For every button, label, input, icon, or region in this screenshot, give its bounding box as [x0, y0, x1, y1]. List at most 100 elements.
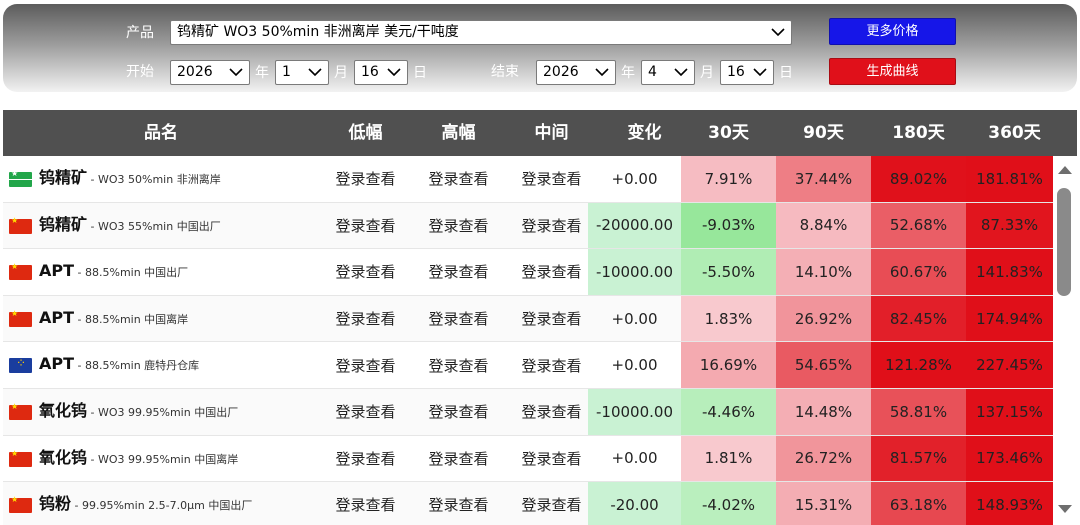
cell-360d: 137.15%: [966, 389, 1053, 435]
start-year-value: 2026: [177, 64, 213, 80]
product-spec: 88.5%min 鹿特丹仓库: [85, 359, 200, 373]
scrollbar-thumb[interactable]: [1057, 188, 1071, 296]
cell-low[interactable]: 登录查看: [319, 203, 412, 249]
header-180d: 180天: [892, 123, 945, 143]
cell-low[interactable]: 登录查看: [319, 482, 412, 525]
product-name: APT - 88.5%min 鹿特丹仓库: [39, 353, 199, 377]
cell-change: -10000.00: [588, 249, 681, 295]
cell-low[interactable]: 登录查看: [319, 296, 412, 342]
cell-mid[interactable]: 登录查看: [505, 436, 598, 482]
product-name-cell[interactable]: APT - 88.5%min 中国离岸: [3, 296, 319, 342]
cell-90d: 37.44%: [776, 156, 871, 202]
product-select[interactable]: 钨精矿 WO3 50%min 非洲离岸 美元/干吨度: [170, 20, 792, 45]
chevron-down-icon: [387, 68, 401, 77]
cell-high[interactable]: 登录查看: [412, 342, 505, 388]
product-spec: WO3 55%min 中国出厂: [97, 219, 221, 233]
end-month-select[interactable]: 4: [641, 60, 695, 85]
scroll-down-arrow-icon[interactable]: [1058, 505, 1072, 513]
product-name-cell[interactable]: 钨精矿 - WO3 55%min 中国出厂: [3, 203, 319, 249]
cell-90d: 14.10%: [776, 249, 871, 295]
cell-low[interactable]: 登录查看: [319, 389, 412, 435]
cell-30d: 7.91%: [681, 156, 776, 202]
product-spec: WO3 50%min 非洲离岸: [97, 173, 221, 186]
product-name-cell[interactable]: 钨精矿 - WO3 50%min 非洲离岸: [3, 156, 319, 202]
table-row[interactable]: 钨粉 - 99.95%min 2.5-7.0μm 中国出厂登录查看登录查看登录查…: [3, 482, 1053, 525]
scrollbar[interactable]: [1053, 156, 1077, 525]
cell-360d: 174.94%: [966, 295, 1053, 342]
product-spec: WO3 99.95%min 中国离岸: [97, 452, 239, 466]
cell-low[interactable]: 登录查看: [319, 249, 412, 295]
cell-mid[interactable]: 登录查看: [505, 342, 598, 388]
product-name-cell[interactable]: APT - 88.5%min 中国出厂: [3, 249, 319, 295]
table-row[interactable]: APT - 88.5%min 中国离岸登录查看登录查看登录查看+0.001.83…: [3, 295, 1053, 343]
cell-high[interactable]: 登录查看: [412, 482, 505, 525]
table-row[interactable]: APT - 88.5%min 鹿特丹仓库登录查看登录查看登录查看+0.0016.…: [3, 342, 1053, 389]
cell-high[interactable]: 登录查看: [412, 203, 505, 249]
chevron-down-icon: [753, 68, 767, 77]
end-year-select[interactable]: 2026: [536, 60, 616, 85]
cell-90d: 15.31%: [776, 482, 871, 525]
china-flag-icon: [9, 495, 32, 514]
cell-180d: 82.45%: [871, 295, 966, 342]
header-high: 高幅: [441, 123, 476, 143]
cell-mid[interactable]: 登录查看: [505, 482, 598, 525]
product-title: 钨精矿: [39, 168, 88, 187]
product-spec: 88.5%min 中国离岸: [85, 312, 189, 326]
separator: -: [87, 406, 98, 419]
cell-mid[interactable]: 登录查看: [505, 156, 598, 202]
end-day-select[interactable]: 16: [720, 60, 774, 85]
header-90d: 90天: [803, 123, 844, 143]
product-name-cell[interactable]: APT - 88.5%min 鹿特丹仓库: [3, 342, 319, 388]
cell-high[interactable]: 登录查看: [412, 436, 505, 482]
more-prices-button[interactable]: 更多价格: [829, 18, 956, 45]
cell-high[interactable]: 登录查看: [412, 156, 505, 202]
product-name-cell[interactable]: 钨粉 - 99.95%min 2.5-7.0μm 中国出厂: [3, 482, 319, 525]
product-name-cell[interactable]: 氧化钨 - WO3 99.95%min 中国出厂: [3, 389, 319, 435]
china-flag-icon: [9, 216, 32, 234]
china-flag-icon: [9, 262, 32, 281]
product-label: 产品: [126, 25, 154, 41]
cell-mid[interactable]: 登录查看: [505, 249, 598, 295]
header-change: 变化: [627, 123, 662, 143]
start-year-select[interactable]: 2026: [170, 60, 250, 85]
separator: -: [87, 173, 98, 186]
scroll-up-arrow-icon[interactable]: [1058, 166, 1072, 174]
cell-30d: -4.02%: [681, 482, 776, 525]
start-label: 开始: [126, 64, 154, 80]
cell-low[interactable]: 登录查看: [319, 156, 412, 202]
cell-high[interactable]: 登录查看: [412, 249, 505, 295]
chevron-down-icon: [229, 68, 243, 77]
separator: -: [74, 359, 85, 373]
cell-360d: 141.83%: [966, 249, 1053, 295]
table-row[interactable]: 氧化钨 - WO3 99.95%min 中国出厂登录查看登录查看登录查看-100…: [3, 389, 1053, 436]
start-day-select[interactable]: 16: [354, 60, 408, 85]
start-month-select[interactable]: 1: [275, 60, 329, 85]
cell-low[interactable]: 登录查看: [319, 342, 412, 388]
cell-mid[interactable]: 登录查看: [505, 203, 598, 249]
cell-360d: 148.93%: [966, 482, 1053, 525]
china-flag-icon: [9, 402, 32, 420]
product-name-cell[interactable]: 氧化钨 - WO3 99.95%min 中国离岸: [3, 436, 319, 482]
cell-high[interactable]: 登录查看: [412, 296, 505, 342]
product-title: 氧化钨: [39, 447, 88, 467]
table-body: 钨精矿 - WO3 50%min 非洲离岸登录查看登录查看登录查看+0.007.…: [3, 156, 1053, 525]
generate-curve-button[interactable]: 生成曲线: [829, 58, 956, 85]
chevron-down-icon: [308, 68, 322, 77]
cell-change: +0.00: [611, 449, 658, 468]
product-title: 钨粉: [39, 494, 72, 514]
table-row[interactable]: 钨精矿 - WO3 55%min 中国出厂登录查看登录查看登录查看-20000.…: [3, 202, 1053, 250]
chevron-down-icon: [771, 28, 785, 37]
cell-90d: 26.72%: [776, 435, 871, 482]
table-row[interactable]: APT - 88.5%min 中国出厂登录查看登录查看登录查看-10000.00…: [3, 249, 1053, 296]
table-row[interactable]: 钨精矿 - WO3 50%min 非洲离岸登录查看登录查看登录查看+0.007.…: [3, 156, 1053, 203]
header-product-name: 品名: [144, 123, 178, 143]
cell-high[interactable]: 登录查看: [412, 389, 505, 435]
cell-low[interactable]: 登录查看: [319, 436, 412, 482]
cell-mid[interactable]: 登录查看: [505, 389, 598, 435]
cell-30d: 1.81%: [681, 435, 776, 482]
product-name: APT - 88.5%min 中国出厂: [39, 260, 188, 284]
african-flag-icon: [9, 169, 32, 187]
table-row[interactable]: 氧化钨 - WO3 99.95%min 中国离岸登录查看登录查看登录查看+0.0…: [3, 435, 1053, 483]
cell-90d: 26.92%: [776, 295, 871, 342]
cell-mid[interactable]: 登录查看: [505, 296, 598, 342]
